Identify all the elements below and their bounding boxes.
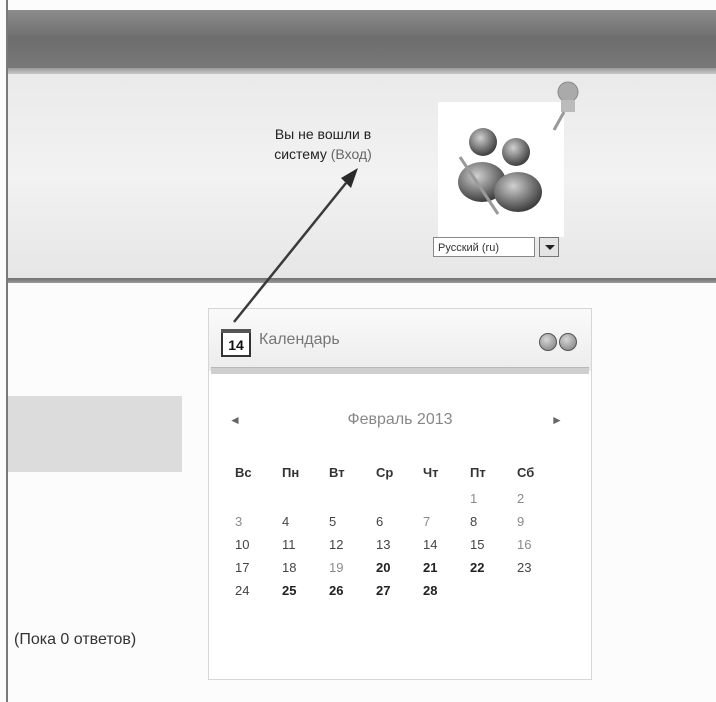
weekday-label: Вт [329, 464, 345, 480]
day-cell[interactable]: 4 [282, 510, 329, 533]
login-info-line2: систему [274, 146, 327, 162]
week-row: 3 4 5 6 7 8 9 [235, 510, 564, 533]
day-cell [470, 579, 517, 602]
top-banner [8, 10, 716, 74]
login-info-line1: Вы не вошли в [274, 126, 372, 142]
day-cell[interactable]: 11 [282, 533, 329, 556]
header [8, 74, 716, 278]
calendar-block: 14 Календарь ◄ Февраль 2013 ► Вс Пн Вт С… [208, 308, 592, 680]
calendar-header: 14 Календарь [209, 309, 591, 371]
weekday-label: Вс [235, 464, 252, 480]
day-cell [517, 579, 564, 602]
page: Вы не вошли в систему (Вход) Русский (ru… [0, 0, 716, 702]
weekday-label: Пн [282, 464, 300, 480]
weekday-label: Ср [376, 464, 394, 480]
day-cell[interactable]: 6 [376, 510, 423, 533]
day-cell[interactable]: 14 [423, 533, 470, 556]
day-cell[interactable]: 5 [329, 510, 376, 533]
calendar-title: Календарь [259, 331, 340, 348]
day-cell [423, 487, 470, 510]
day-cell[interactable]: 7 [423, 510, 470, 533]
week-row: 10 11 12 13 14 15 16 [235, 533, 564, 556]
day-cell[interactable]: 26 [329, 579, 376, 602]
day-cell[interactable]: 23 [517, 556, 564, 579]
content-block [8, 396, 182, 472]
calendar-header-bar [211, 367, 589, 374]
week-row: 17 18 19 20 21 22 23 [235, 556, 564, 579]
pushpin-icon [552, 81, 579, 131]
day-cell[interactable]: 3 [235, 510, 282, 533]
day-cell[interactable]: 15 [470, 533, 517, 556]
day-cell[interactable]: 12 [329, 533, 376, 556]
replies-count: (Пока 0 ответов) [14, 631, 137, 648]
calendar-grid: Вс Пн Вт Ср Чт Пт Сб 1 2 3 4 5 6 7 8 9 1… [235, 457, 564, 602]
login-link[interactable]: (Вход) [331, 146, 372, 162]
day-cell[interactable]: 22 [470, 556, 517, 579]
day-cell[interactable]: 2 [517, 487, 564, 510]
day-cell[interactable]: 20 [376, 556, 423, 579]
day-cell[interactable]: 28 [423, 579, 470, 602]
month-label[interactable]: Февраль 2013 [209, 411, 591, 429]
day-cell[interactable]: 27 [376, 579, 423, 602]
day-cell[interactable]: 10 [235, 533, 282, 556]
block-move-icon[interactable] [559, 333, 577, 351]
day-cell [235, 487, 282, 510]
weekday-label: Пт [470, 464, 486, 480]
day-cell [376, 487, 423, 510]
weekday-row: Вс Пн Вт Ср Чт Пт Сб [235, 457, 564, 487]
day-cell[interactable]: 21 [423, 556, 470, 579]
day-cell [329, 487, 376, 510]
day-cell[interactable]: 19 [329, 556, 376, 579]
day-cell[interactable]: 1 [470, 487, 517, 510]
day-cell[interactable]: 25 [282, 579, 329, 602]
day-cell[interactable]: 13 [376, 533, 423, 556]
language-select[interactable]: Русский (ru) [433, 237, 535, 257]
week-row: 1 2 [235, 487, 564, 510]
block-settings-icon[interactable] [539, 333, 557, 351]
next-month-button[interactable]: ► [551, 413, 563, 427]
login-info: Вы не вошли в систему (Вход) [238, 124, 408, 164]
day-cell[interactable]: 18 [282, 556, 329, 579]
week-row: 24 25 26 27 28 [235, 579, 564, 602]
day-cell[interactable]: 16 [517, 533, 564, 556]
weekday-label: Чт [423, 464, 439, 480]
day-cell [282, 487, 329, 510]
day-cell[interactable]: 9 [517, 510, 564, 533]
day-cell[interactable]: 17 [235, 556, 282, 579]
chevron-down-icon[interactable] [539, 237, 559, 257]
weekday-label: Сб [517, 464, 535, 480]
calendar-icon: 14 [221, 329, 251, 357]
day-cell[interactable]: 24 [235, 579, 282, 602]
header-divider [8, 278, 716, 283]
day-cell[interactable]: 8 [470, 510, 517, 533]
